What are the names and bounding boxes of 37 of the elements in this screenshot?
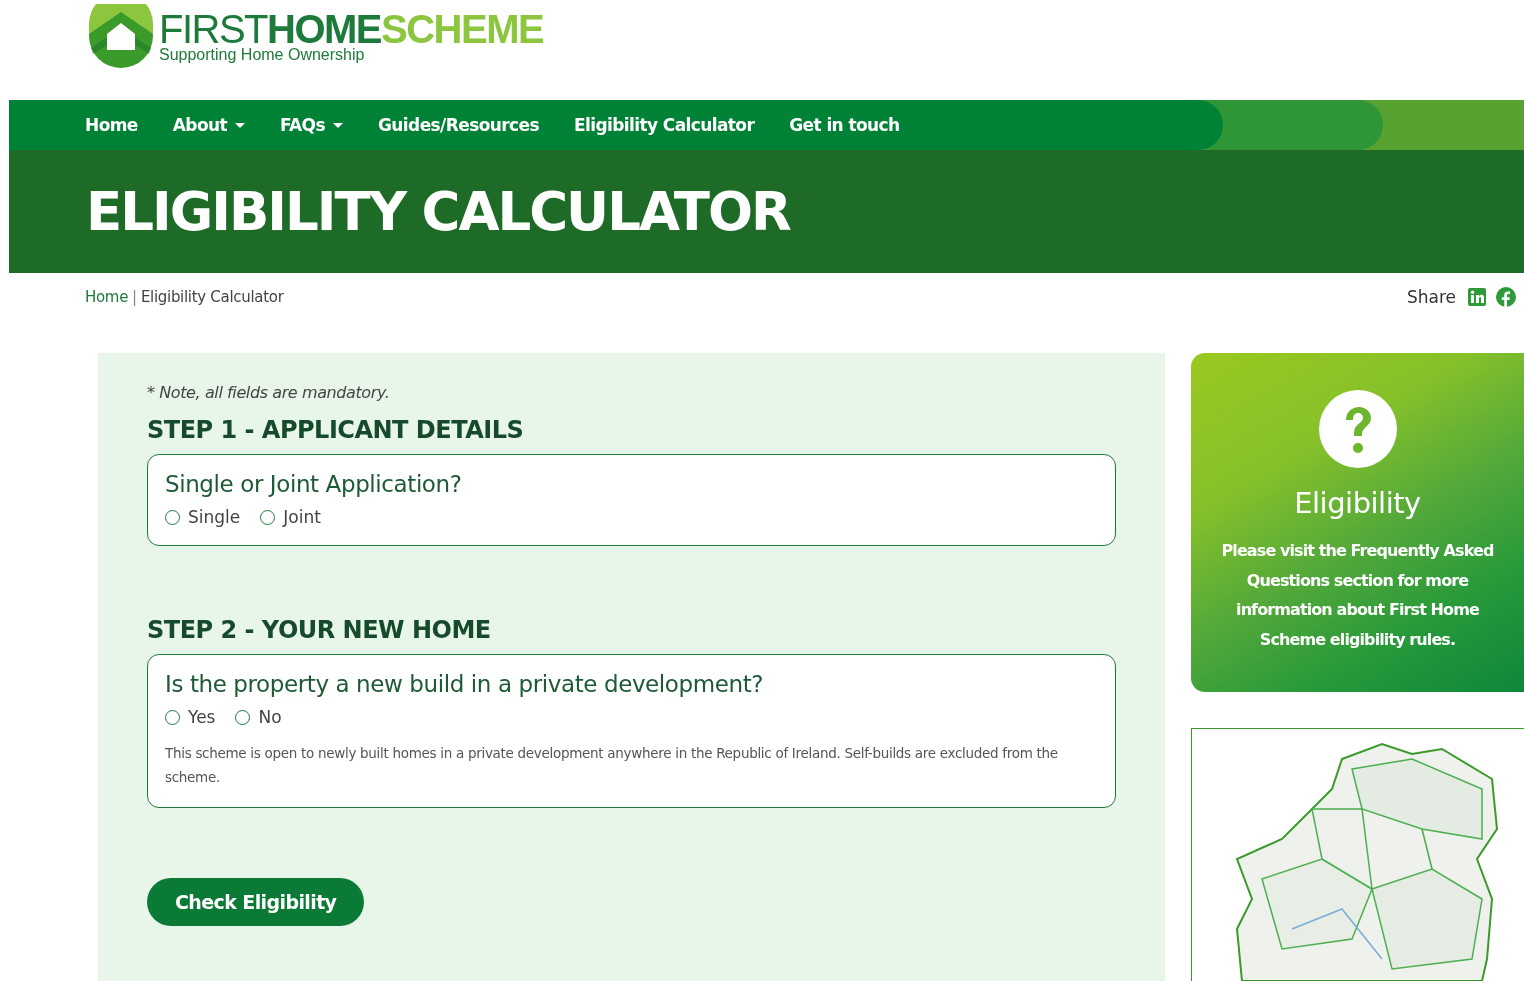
- house-logo-icon: [89, 4, 153, 68]
- radio-option[interactable]: Single: [165, 507, 241, 527]
- breadcrumb-separator: |: [132, 288, 137, 306]
- radio-button[interactable]: [165, 509, 180, 525]
- radio-option[interactable]: Joint: [260, 507, 321, 527]
- breadcrumb-current: Eligibility Calculator: [140, 288, 284, 306]
- nav-link[interactable]: Get in touch: [789, 115, 917, 135]
- breadcrumb-link[interactable]: Home: [85, 288, 129, 306]
- check-eligibility-button[interactable]: Check Eligibility: [147, 878, 365, 926]
- question-label: Is the property a new build in a private development?: [165, 671, 765, 697]
- option-label: Yes: [188, 707, 216, 727]
- card-text: Please visit the Frequently Asked Questions section for more information about First Home Scheme eligibility rules.: [1220, 540, 1495, 651]
- radio-option[interactable]: Yes: [165, 707, 216, 727]
- logo-tagline: Supporting Home Ownership: [159, 46, 366, 64]
- linkedin-icon[interactable]: [1468, 288, 1486, 306]
- radio-button[interactable]: [260, 509, 276, 525]
- question-mark-icon: [1318, 390, 1397, 468]
- option-label: No: [258, 707, 282, 727]
- option-label: Joint: [283, 507, 321, 527]
- nav-link[interactable]: FAQs: [280, 115, 360, 135]
- help-text: This scheme is open to newly built homes in a private development anywhere in the Republic of Ireland. Self-builds are excluded from the scheme.: [165, 744, 1059, 787]
- step-heading: STEP 1 - APPLICANT DETAILS: [147, 416, 525, 444]
- step-heading: STEP 2 - YOUR NEW HOME: [147, 616, 492, 644]
- radio-button[interactable]: [165, 709, 180, 725]
- page-title: ELIGIBILITY CALCULATOR: [86, 185, 790, 238]
- share-label: Share: [1406, 287, 1456, 307]
- card-title: Eligibility: [1294, 486, 1421, 520]
- nav-link[interactable]: Home: [85, 115, 155, 135]
- nav-link[interactable]: Guides/Resources: [378, 115, 556, 135]
- option-label: Single: [188, 507, 241, 527]
- question-label: Single or Joint Application?: [165, 471, 463, 497]
- nav-link[interactable]: Eligibility Calculator: [573, 115, 772, 135]
- nav-link[interactable]: About: [172, 115, 262, 135]
- mandatory-note: * Note, all fields are mandatory.: [147, 383, 391, 402]
- facebook-icon[interactable]: [1496, 287, 1516, 307]
- radio-option[interactable]: No: [235, 707, 282, 727]
- radio-button[interactable]: [235, 709, 251, 725]
